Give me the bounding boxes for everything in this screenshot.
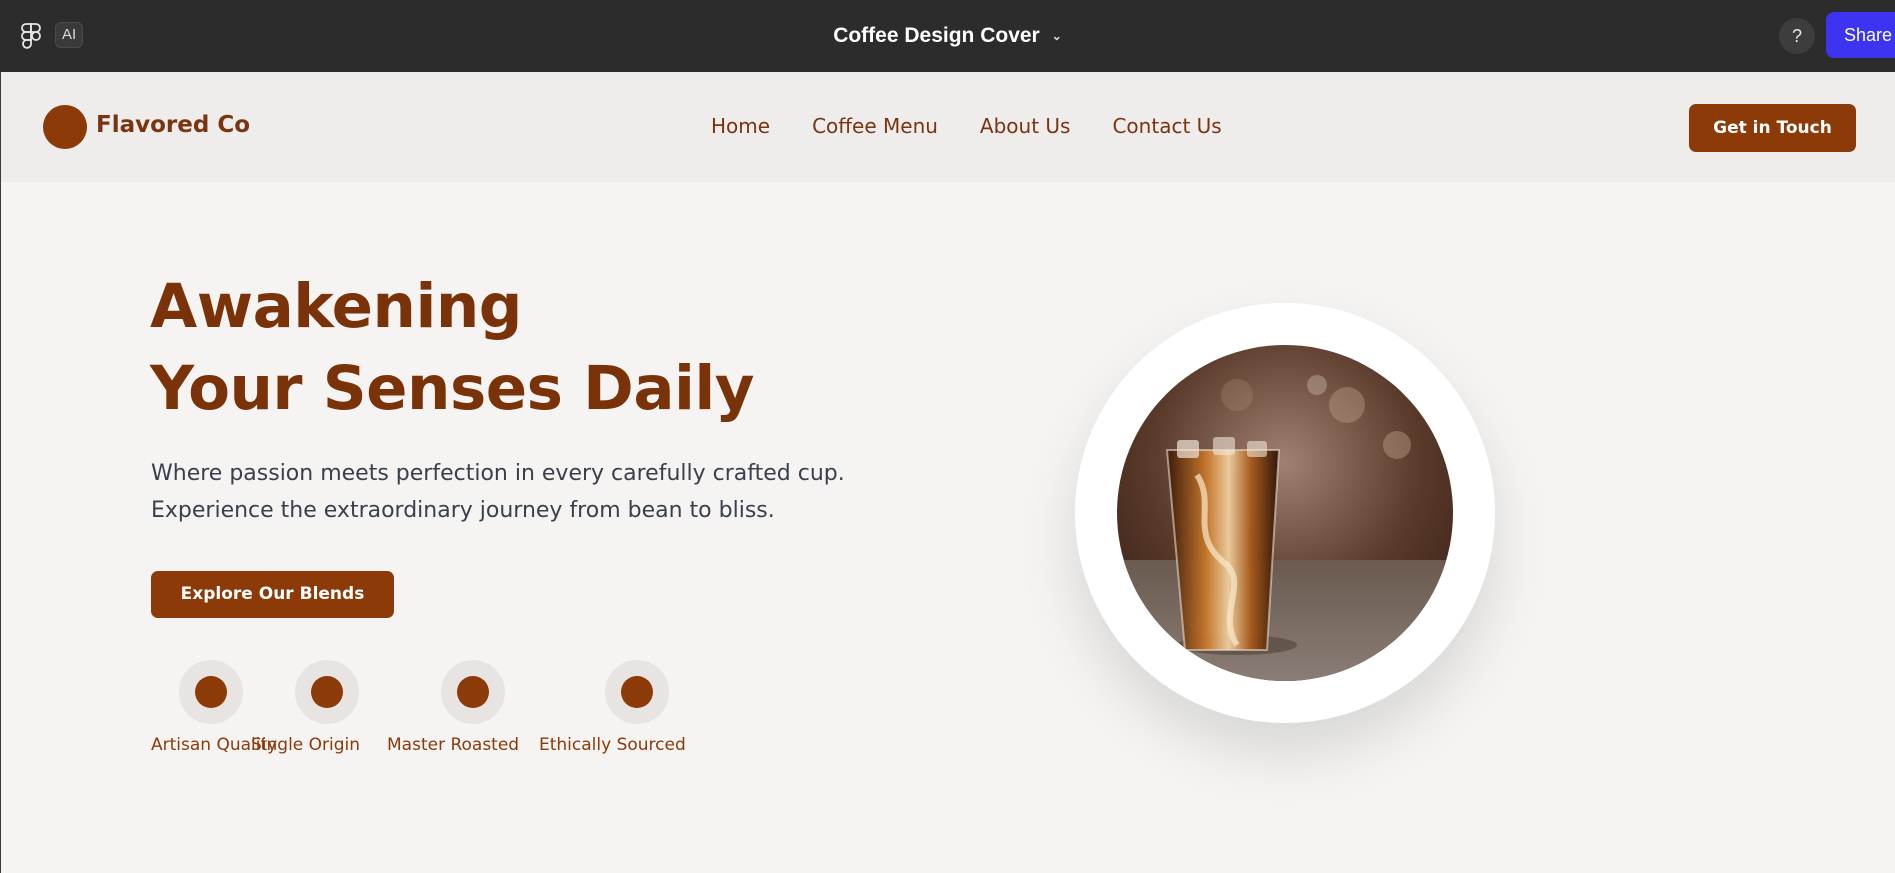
brand-logo[interactable] <box>43 105 87 149</box>
hero-title-line-2: Your Senses Daily <box>150 353 755 424</box>
explore-blends-button[interactable]: Explore Our Blends <box>151 571 394 618</box>
nav-link-contact-us[interactable]: Contact Us <box>1112 114 1221 138</box>
hero-subtitle-line-2: Experience the extraordinary journey fro… <box>151 498 775 523</box>
feature-label: Single Origin <box>251 735 361 755</box>
share-button[interactable]: Share <box>1826 12 1895 58</box>
file-title-menu[interactable]: Coffee Design Cover ⌄ <box>833 24 1062 48</box>
iced-coffee-photo <box>1117 345 1453 681</box>
hero-title: Awakening Your Senses Daily <box>150 266 755 430</box>
hero-subtitle: Where passion meets perfection in every … <box>151 455 845 529</box>
feature-icon <box>295 660 359 724</box>
nav-link-home[interactable]: Home <box>711 114 770 138</box>
brand-name[interactable]: Flavored Co <box>96 112 250 138</box>
title-area: Coffee Design Cover ⌄ <box>0 0 1895 72</box>
file-title: Coffee Design Cover <box>833 24 1040 47</box>
figma-logo-icon[interactable] <box>20 22 42 50</box>
nav-menu: Home Coffee Menu About Us Contact Us <box>711 114 1222 138</box>
feature-label: Master Roasted <box>387 735 520 755</box>
app-toolbar: AI Coffee Design Cover ⌄ ? Share <box>0 0 1895 72</box>
nav-link-coffee-menu[interactable]: Coffee Menu <box>812 114 938 138</box>
feature-icon <box>441 660 505 724</box>
ai-button[interactable]: AI <box>55 22 84 48</box>
nav-link-about-us[interactable]: About Us <box>980 114 1071 138</box>
hero-title-line-1: Awakening <box>150 271 522 342</box>
feature-icon <box>179 660 243 724</box>
site-header: Flavored Co Home Coffee Menu About Us Co… <box>1 72 1895 182</box>
feature-label: Ethically Sourced <box>539 735 686 755</box>
feature-icon <box>605 660 669 724</box>
get-in-touch-button[interactable]: Get in Touch <box>1689 104 1856 152</box>
chevron-down-icon: ⌄ <box>1051 29 1062 43</box>
hero-subtitle-line-1: Where passion meets perfection in every … <box>151 461 845 486</box>
help-button[interactable]: ? <box>1779 18 1815 54</box>
